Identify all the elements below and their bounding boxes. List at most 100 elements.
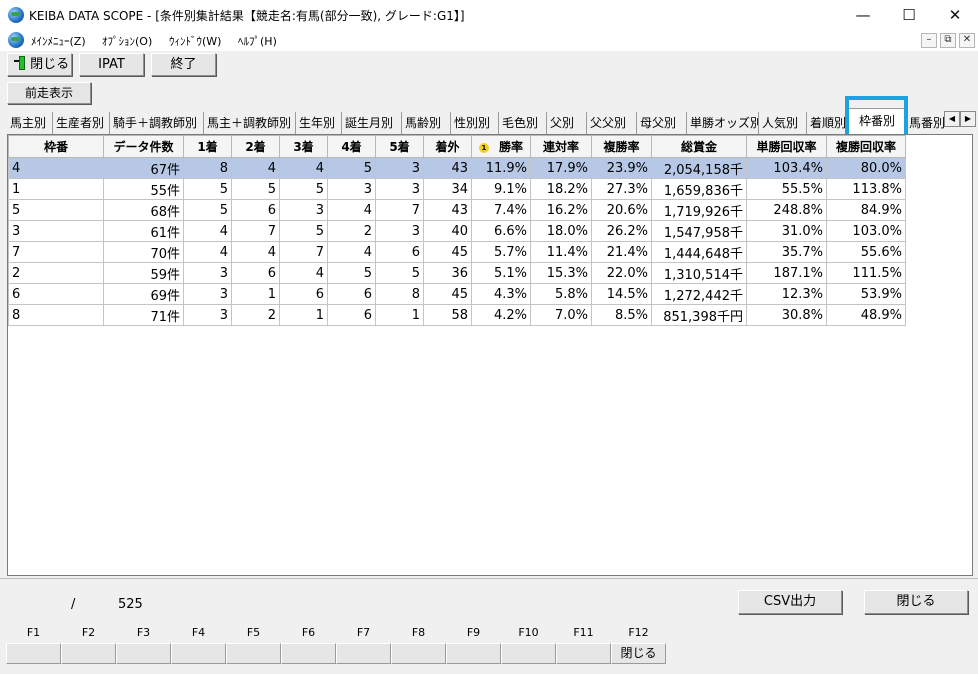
table-cell: 4 xyxy=(279,157,328,179)
fkey-button[interactable] xyxy=(391,643,446,664)
tab-horse-number[interactable]: 馬番別 xyxy=(906,112,945,134)
table-cell: 40 xyxy=(423,220,472,242)
table-row[interactable]: 6 69件 3 1 6 6 8 45 4.3% 5.8% 14.5% 1,272,442千 12.3% 5… xyxy=(8,283,906,305)
table-row[interactable]: 2 59件 3 6 4 5 5 36 5.1% 15.3% 22.0% 1,310,514千 187.1… xyxy=(8,262,906,284)
table-cell: 34 xyxy=(423,178,472,200)
table-row[interactable]: 3 61件 4 7 5 2 3 40 6.6% 18.0% 26.2% 1,547,958千 31.0%… xyxy=(8,220,906,242)
fkey-button[interactable] xyxy=(6,643,61,664)
col-win-rate[interactable]: 1 勝率 xyxy=(471,135,531,158)
tab-sex[interactable]: 性別別 xyxy=(451,112,499,134)
mdi-close-button[interactable]: ✕ xyxy=(959,33,975,48)
close-window-button[interactable]: ✕ xyxy=(932,0,978,30)
tab-win-odds[interactable]: 単勝オッズ別 xyxy=(687,112,759,134)
table-row[interactable]: 4 67件 8 4 4 5 3 43 11.9% 17.9% 23.9% 2,054,158千 103.… xyxy=(8,157,906,179)
table-cell: 5 xyxy=(183,178,232,200)
fkey-button[interactable] xyxy=(281,643,336,664)
fkey-button[interactable] xyxy=(336,643,391,664)
table-cell: 7 xyxy=(231,220,280,242)
col-data-count[interactable]: データ件数 xyxy=(103,135,184,158)
tab-birth-year[interactable]: 生年別 xyxy=(296,112,342,134)
tab-popularity[interactable]: 人気別 xyxy=(759,112,807,134)
table-cell: 45 xyxy=(423,241,472,263)
fkey-button[interactable] xyxy=(501,643,556,664)
csv-export-button[interactable]: CSV出力 xyxy=(738,590,842,614)
ipat-button[interactable]: IPAT xyxy=(79,53,144,76)
table-cell: 4.3% xyxy=(471,283,531,305)
col-fourth[interactable]: 4着 xyxy=(327,135,376,158)
close-bottom-button[interactable]: 閉じる xyxy=(864,590,968,614)
table-cell: 16.2% xyxy=(530,199,592,221)
tab-jockey-trainer[interactable]: 騎手＋調教師別 xyxy=(110,112,204,134)
fkey-button[interactable] xyxy=(226,643,281,664)
tab-scroll-right-icon[interactable]: ▶ xyxy=(960,111,976,127)
fkey-button[interactable] xyxy=(61,643,116,664)
exit-button[interactable]: 終了 xyxy=(151,53,216,76)
table-cell: 4 xyxy=(327,241,376,263)
table-cell: 45 xyxy=(423,283,472,305)
table-cell: 84.9% xyxy=(826,199,906,221)
table-cell: 69件 xyxy=(103,283,184,305)
tab-finish-order[interactable]: 着順別 xyxy=(807,112,848,134)
table-cell: 48.9% xyxy=(826,304,906,326)
col-win-return[interactable]: 単勝回収率 xyxy=(746,135,827,158)
table-cell: 3 xyxy=(183,262,232,284)
close-toolbar-button[interactable]: 閉じる xyxy=(7,53,72,76)
fkey-label: F9 xyxy=(466,626,481,639)
tab-sire-sire[interactable]: 父父別 xyxy=(587,112,637,134)
table-cell: 5 xyxy=(375,262,424,284)
table-row[interactable]: 5 68件 5 6 3 4 7 43 7.4% 16.2% 20.6% 1,719,926千 248.8… xyxy=(8,199,906,221)
col-fifth[interactable]: 5着 xyxy=(375,135,424,158)
table-cell: 2 xyxy=(327,220,376,242)
table-cell: 4 xyxy=(183,220,232,242)
tab-age[interactable]: 馬齢別 xyxy=(402,112,451,134)
fkey-button[interactable] xyxy=(171,643,226,664)
menu-options[interactable]: ｵﾌﾟｼｮﾝ(O) xyxy=(102,33,152,49)
fkey-button[interactable] xyxy=(446,643,501,664)
tab-owner[interactable]: 馬主別 xyxy=(7,112,53,134)
tab-scroll-left-icon[interactable]: ◀ xyxy=(944,111,960,127)
table-cell: 3 xyxy=(279,199,328,221)
title-bar: KEIBA DATA SCOPE - [条件別集計結果【競走名:有馬(部分一致)… xyxy=(0,0,978,30)
col-show-return[interactable]: 複勝回収率 xyxy=(826,135,906,158)
results-table: 枠番 データ件数 1着 2着 3着 4着 5着 着外 1 勝率 連対率 複勝率 総… xyxy=(8,135,906,326)
tab-frame-number[interactable]: 枠番別 xyxy=(848,108,906,134)
table-cell: 4.2% xyxy=(471,304,531,326)
tab-sire[interactable]: 父別 xyxy=(547,112,587,134)
mdi-minimize-button[interactable]: – xyxy=(921,33,937,48)
col-first[interactable]: 1着 xyxy=(183,135,232,158)
table-cell: 55.6% xyxy=(826,241,906,263)
minimize-button[interactable]: — xyxy=(840,0,886,30)
col-place-rate[interactable]: 連対率 xyxy=(530,135,592,158)
table-cell: 2 xyxy=(8,262,104,284)
tab-birth-month[interactable]: 誕生月別 xyxy=(342,112,402,134)
table-cell: 53.9% xyxy=(826,283,906,305)
menu-help[interactable]: ﾍﾙﾌﾟ(H) xyxy=(238,33,277,49)
col-out-of-place[interactable]: 着外 xyxy=(423,135,472,158)
tab-owner-trainer[interactable]: 馬主＋調教師別 xyxy=(204,112,296,134)
maximize-button[interactable]: ☐ xyxy=(886,0,932,30)
fkey-button[interactable] xyxy=(116,643,171,664)
tab-dam-sire[interactable]: 母父別 xyxy=(637,112,687,134)
col-frame-number[interactable]: 枠番 xyxy=(8,135,104,158)
table-row[interactable]: 1 55件 5 5 5 3 3 34 9.1% 18.2% 27.3% 1,659,836千 55.5%… xyxy=(8,178,906,200)
col-second[interactable]: 2着 xyxy=(231,135,280,158)
table-cell: 7.0% xyxy=(530,304,592,326)
prev-race-button[interactable]: 前走表示 xyxy=(7,82,91,104)
table-cell: 103.0% xyxy=(826,220,906,242)
table-row[interactable]: 7 70件 4 4 7 4 6 45 5.7% 11.4% 21.4% 1,444,648千 35.7%… xyxy=(8,241,906,263)
mdi-restore-button[interactable]: ⧉ xyxy=(940,33,956,48)
tab-coat-color[interactable]: 毛色別 xyxy=(499,112,547,134)
col-show-rate[interactable]: 複勝率 xyxy=(591,135,652,158)
fkey-button[interactable] xyxy=(556,643,611,664)
fkey-label: F2 xyxy=(81,626,96,639)
fkey-label: F12 xyxy=(628,626,649,639)
tab-breeder[interactable]: 生産者別 xyxy=(53,112,110,134)
menu-window[interactable]: ｳｨﾝﾄﾞｳ(W) xyxy=(169,33,221,49)
table-row[interactable]: 8 71件 3 2 1 6 1 58 4.2% 7.0% 8.5% 851,398千円 30.8% 48.… xyxy=(8,304,906,326)
table-cell: 31.0% xyxy=(746,220,827,242)
fkey-button[interactable]: 閉じる xyxy=(611,643,666,664)
col-total-prize[interactable]: 総賞金 xyxy=(651,135,747,158)
menu-main[interactable]: ﾒｲﾝﾒﾆｭｰ(Z) xyxy=(31,33,86,49)
col-third[interactable]: 3着 xyxy=(279,135,328,158)
table-cell: 3 xyxy=(327,178,376,200)
